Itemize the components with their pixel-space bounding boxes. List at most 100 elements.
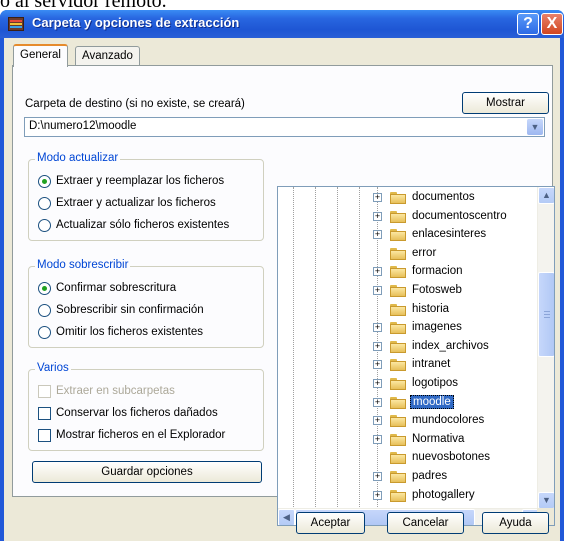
window-title: Carpeta y opciones de extracción — [32, 15, 240, 30]
dialog-client-area: General Avanzado Carpeta de destino (si … — [4, 38, 560, 541]
folder-icon — [390, 247, 406, 260]
folder-icon — [390, 303, 406, 316]
radio-existing-only-label[interactable]: Actualizar sólo ficheros existentes — [56, 219, 229, 231]
overwrite-mode-title: Modo sobrescribir — [35, 259, 131, 271]
tree-item[interactable]: nuevosbotones — [278, 449, 528, 467]
show-button[interactable]: Mostrar — [462, 92, 549, 114]
tree-item-label[interactable]: enlacesinteres — [410, 228, 488, 240]
expand-plus-icon[interactable]: + — [373, 193, 382, 202]
tree-item[interactable]: + padres — [278, 468, 528, 486]
tree-item-label[interactable]: documentos — [410, 191, 477, 203]
tree-item-label[interactable]: Normativa — [410, 433, 466, 445]
radio-replace[interactable] — [38, 175, 51, 188]
radio-update[interactable] — [38, 197, 51, 210]
scroll-down-icon[interactable]: ▼ — [538, 492, 554, 509]
tree-item[interactable]: error — [278, 245, 528, 263]
tree-item-label[interactable]: error — [410, 247, 438, 259]
expand-plus-icon[interactable]: + — [373, 490, 382, 500]
tree-item-label[interactable]: index_archivos — [410, 340, 491, 352]
folder-icon — [390, 378, 406, 390]
tree-item[interactable]: + documentoscentro — [278, 208, 528, 226]
radio-overwrite-silent-label[interactable]: Sobrescribir sin confirmación — [56, 304, 204, 316]
radio-overwrite-silent[interactable] — [38, 304, 51, 317]
tree-item[interactable]: + imagenes — [278, 319, 528, 337]
expand-plus-icon[interactable]: + — [373, 286, 382, 295]
checkbox-show-explorer[interactable] — [38, 429, 51, 442]
folder-icon — [390, 322, 406, 335]
radio-update-label[interactable]: Extraer y actualizar los ficheros — [56, 197, 216, 209]
radio-confirm-overwrite[interactable] — [38, 282, 51, 295]
checkbox-subfolders — [38, 385, 51, 398]
tree-item[interactable]: + formacion — [278, 263, 528, 281]
tree-item-label[interactable]: nuevosbotones — [410, 451, 492, 463]
folder-tree[interactable]: + documentos + documentoscentro + enlacesinte… — [277, 186, 555, 526]
folder-icon — [390, 229, 406, 242]
tree-item-label[interactable]: mundocolores — [410, 414, 486, 426]
tree-item[interactable]: + enlacesinteres — [278, 226, 528, 244]
checkbox-keep-damaged[interactable] — [38, 407, 51, 420]
help-title-button[interactable]: ? — [517, 13, 539, 35]
radio-replace-label[interactable]: Extraer y reemplazar los ficheros — [56, 175, 224, 187]
background-document-text: o al servidor remoto. — [0, 0, 167, 12]
scroll-up-icon[interactable]: ▲ — [538, 187, 554, 204]
folder-icon — [390, 452, 406, 465]
scroll-left-icon[interactable]: ◀ — [278, 509, 295, 525]
radio-existing-only[interactable] — [38, 219, 51, 232]
checkbox-keep-damaged-label[interactable]: Conservar los ficheros dañados — [56, 407, 218, 419]
tree-item[interactable]: + intranet — [278, 356, 528, 374]
radio-skip-existing[interactable] — [38, 326, 51, 339]
destination-label: Carpeta de destino (si no existe, se cre… — [25, 98, 245, 110]
expand-plus-icon[interactable]: + — [373, 341, 382, 351]
radio-confirm-overwrite-label[interactable]: Confirmar sobrescritura — [56, 282, 176, 294]
tree-item[interactable]: + Fotosweb — [278, 282, 528, 300]
tree-item[interactable]: + logotipos — [278, 375, 528, 393]
cancel-button[interactable]: Cancelar — [387, 512, 464, 534]
tree-item-label[interactable]: historia — [410, 303, 451, 315]
tree-item[interactable]: + index_archivos — [278, 338, 528, 356]
expand-plus-icon[interactable]: + — [373, 416, 382, 426]
folder-icon — [390, 396, 406, 409]
tree-item[interactable]: + photogallery — [278, 487, 528, 505]
tree-item[interactable]: + moodle — [278, 394, 528, 412]
tree-item-label[interactable]: documentoscentro — [410, 210, 509, 222]
expand-plus-icon[interactable]: + — [373, 397, 382, 407]
tree-vertical-scrollbar[interactable]: ▲ ▼ — [537, 187, 554, 509]
tree-item[interactable]: historia — [278, 301, 528, 319]
tree-item-label[interactable]: formacion — [410, 265, 465, 277]
accept-button[interactable]: Aceptar — [296, 512, 365, 534]
expand-plus-icon[interactable]: + — [373, 211, 382, 221]
expand-plus-icon[interactable]: + — [373, 360, 382, 370]
tree-item[interactable]: + documentos — [278, 189, 528, 207]
tree-item-label[interactable]: moodle — [410, 394, 454, 409]
checkbox-show-explorer-label[interactable]: Mostrar ficheros en el Explorador — [56, 429, 225, 441]
expand-plus-icon[interactable]: + — [373, 379, 382, 388]
tree-item-label[interactable]: Fotosweb — [410, 284, 464, 296]
vertical-scroll-thumb[interactable] — [538, 272, 554, 357]
save-options-button[interactable]: Guardar opciones — [32, 461, 262, 483]
folder-icon — [390, 266, 406, 279]
expand-plus-icon[interactable]: + — [373, 267, 382, 277]
folder-icon — [390, 415, 406, 428]
tree-item[interactable]: + mundocolores — [278, 412, 528, 430]
tree-item-label[interactable]: padres — [410, 470, 449, 482]
chevron-down-icon[interactable]: ▼ — [527, 119, 543, 135]
help-button[interactable]: Ayuda — [482, 512, 549, 534]
expand-plus-icon[interactable]: + — [373, 434, 382, 444]
title-bar[interactable]: Carpeta y opciones de extracción ? X — [0, 10, 564, 38]
folder-icon — [390, 210, 406, 223]
expand-plus-icon[interactable]: + — [373, 323, 382, 333]
tab-general[interactable]: General — [13, 44, 68, 67]
tree-item-label[interactable]: logotipos — [410, 377, 460, 389]
radio-skip-existing-label[interactable]: Omitir los ficheros existentes — [56, 326, 203, 338]
expand-plus-icon[interactable]: + — [373, 472, 382, 481]
tree-item[interactable]: + Normativa — [278, 431, 528, 449]
tree-item-label[interactable]: imagenes — [410, 321, 464, 333]
tree-item-label[interactable]: photogallery — [410, 489, 477, 501]
checkbox-subfolders-label: Extraer en subcarpetas — [56, 385, 175, 397]
close-button[interactable]: X — [541, 13, 563, 35]
destination-path-combo[interactable]: D:\numero12\moodle ▼ — [24, 117, 545, 137]
folder-icon — [390, 285, 406, 297]
tree-item-label[interactable]: intranet — [410, 358, 452, 370]
expand-plus-icon[interactable]: + — [373, 230, 382, 240]
tab-avanzado[interactable]: Avanzado — [75, 46, 140, 66]
